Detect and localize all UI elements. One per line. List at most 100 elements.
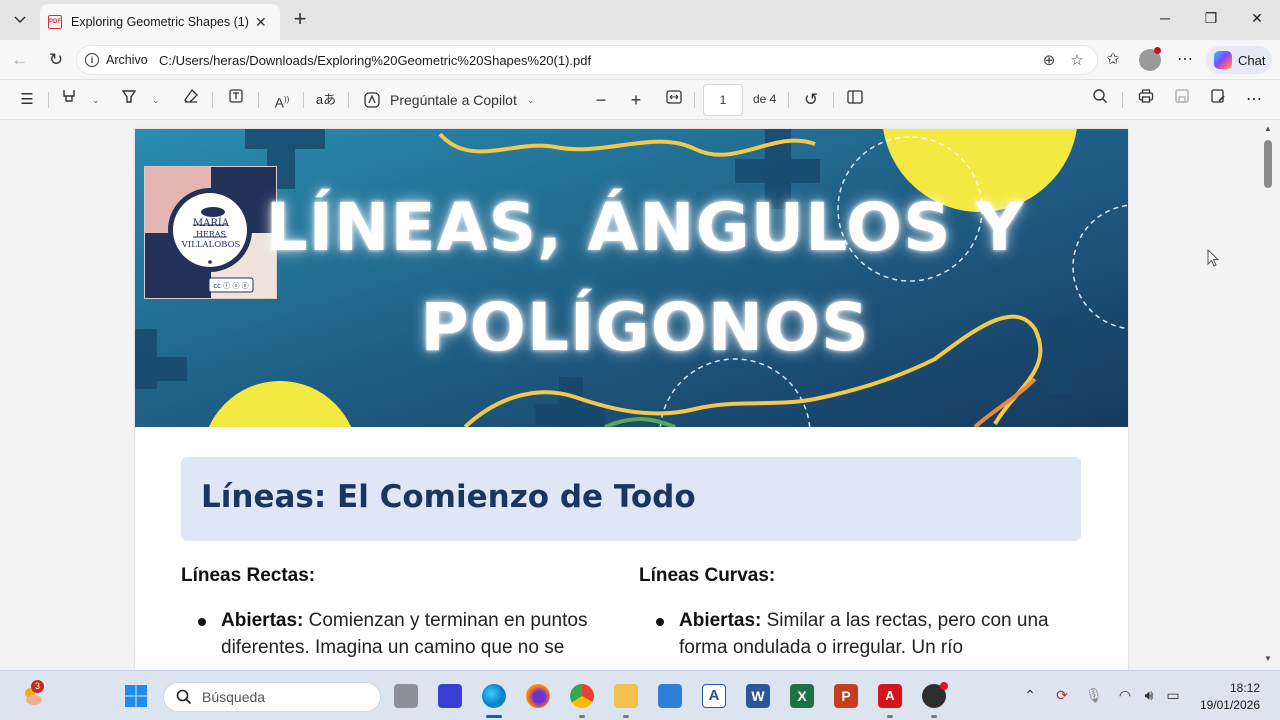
draw-icon[interactable] [118, 88, 140, 112]
pdf-icon: PDF [48, 15, 62, 29]
task-view-icon[interactable] [394, 684, 418, 708]
scroll-down-button[interactable]: ▼ [1262, 654, 1274, 666]
firefox-icon[interactable] [526, 684, 550, 708]
acrobat-icon[interactable]: A [878, 684, 902, 708]
contents-list-icon[interactable]: ☰ [16, 88, 38, 112]
tab-title: Exploring Geometric Shapes (1).pdf [71, 15, 249, 29]
chat-label: Chat [1238, 52, 1266, 68]
left-column-heading: Líneas Rectas: [181, 565, 316, 586]
more-tools-icon[interactable]: ⋯ [1243, 88, 1265, 112]
favorites-icon[interactable]: ✩ [1101, 48, 1125, 72]
chrome-icon[interactable] [570, 684, 594, 708]
zoom-in-button[interactable]: + [625, 88, 647, 112]
profile-notification-dot [1154, 47, 1161, 54]
tab-strip: PDF Exploring Geometric Shapes (1).pdf ✕… [0, 0, 1280, 40]
url-text[interactable]: C:/Users/heras/Downloads/Exploring%20Geo… [159, 53, 591, 68]
translate-icon[interactable]: aあ [314, 88, 338, 112]
copilot-icon [1214, 51, 1232, 69]
clock-time[interactable]: 18:12 [1196, 681, 1260, 695]
search-icon[interactable] [1089, 88, 1111, 112]
page-number-input[interactable]: 1 [703, 84, 743, 116]
copilot-chat-button[interactable]: Chat [1206, 46, 1272, 74]
browser-tab[interactable]: PDF Exploring Geometric Shapes (1).pdf ✕ [40, 4, 280, 40]
text-box-icon[interactable] [225, 88, 247, 112]
file-explorer-icon[interactable] [614, 684, 638, 708]
eraser-shape-icon [184, 88, 198, 103]
refresh-button[interactable]: ↻ [44, 48, 68, 72]
left-bullet-text: Comienzan y terminan en puntos [303, 610, 588, 631]
edge-icon[interactable] [482, 684, 506, 708]
two-page-icon [847, 90, 863, 104]
disk-icon [1175, 89, 1189, 103]
separator [1122, 92, 1123, 108]
pdf-toolbar: ☰ ⌄ ⌄ A)) aあ Pregúntale a Copilot ⌄ − + … [0, 80, 1280, 120]
wordpad-icon[interactable]: A [702, 684, 726, 708]
close-tab-button[interactable]: ✕ [255, 14, 267, 31]
zoom-icon[interactable]: ⊕ [1039, 51, 1059, 71]
magnifier-icon [1093, 89, 1107, 103]
fit-to-width-icon[interactable] [663, 88, 685, 112]
back-button[interactable]: ← [8, 48, 32, 72]
running-app-indicator [887, 715, 893, 718]
microphone-icon[interactable]: 🎙︎ [1085, 687, 1103, 704]
rotate-icon[interactable]: ↺ [800, 88, 822, 112]
bullet-dot [198, 618, 206, 626]
page-total-label: de 4 [753, 92, 777, 106]
sync-icon[interactable]: ⟳ [1053, 687, 1071, 704]
scrollbar-thumb[interactable] [1264, 140, 1272, 188]
save-as-icon[interactable] [1207, 88, 1229, 112]
app-icon-visual-studio[interactable] [438, 684, 462, 708]
start-button[interactable] [124, 684, 148, 708]
highlight-options-caret[interactable]: ⌄ [92, 88, 100, 112]
draw-options-caret[interactable]: ⌄ [152, 88, 160, 112]
close-window-button[interactable]: ✕ [1247, 10, 1267, 30]
excel-icon[interactable]: X [790, 684, 814, 708]
more-options-icon[interactable]: ⋯ [1173, 48, 1197, 72]
active-app-indicator [486, 715, 502, 718]
new-tab-button[interactable]: + [288, 8, 312, 32]
chevron-down-icon [14, 16, 26, 24]
pen-icon [121, 90, 137, 103]
taskbar-search[interactable]: Búsqueda [163, 682, 381, 712]
section-title: Líneas: El Comienzo de Todo [201, 479, 696, 515]
copilot-outline-icon [364, 92, 380, 108]
wifi-icon[interactable]: ◠ [1116, 687, 1134, 704]
banner-background [135, 129, 1128, 427]
mail-icon[interactable] [658, 684, 682, 708]
ask-copilot-label: Pregúntale a Copilot [390, 92, 517, 108]
minimize-button[interactable]: ─ [1155, 10, 1175, 30]
left-bullet-term: Abiertas: [221, 610, 304, 631]
info-icon[interactable]: i [85, 53, 99, 67]
favorite-star-icon[interactable]: ☆ [1067, 51, 1087, 71]
scroll-up-button[interactable]: ▲ [1262, 124, 1274, 136]
chevron-up-icon[interactable]: ⌃ [1021, 687, 1039, 704]
print-icon[interactable] [1135, 88, 1157, 112]
read-aloud-icon[interactable]: A)) [270, 88, 294, 112]
separator [303, 92, 304, 108]
right-bullet-line-2: forma ondulada o irregular. Un río [679, 637, 964, 658]
left-bullet-line-2: diferentes. Imagina un camino que no se [221, 637, 565, 658]
clock-date[interactable]: 19/01/2026 [1196, 698, 1260, 712]
battery-icon[interactable]: ▭ [1164, 687, 1182, 704]
restore-button[interactable]: ❐ [1201, 10, 1221, 30]
address-bar[interactable]: i Archivo C:/Users/heras/Downloads/Explo… [76, 45, 1098, 75]
right-bullet-line-1: Abiertas: Similar a las rectas, pero con… [679, 610, 1049, 632]
word-icon[interactable]: W [746, 684, 770, 708]
recording-indicator [940, 682, 948, 690]
pdf-viewport[interactable]: cc ⓘ ⓢ ⓔ MARÍA HERAS VILLALOBOS LÍNEAS, … [0, 120, 1280, 670]
disk-pen-icon [1211, 89, 1225, 103]
section-header: Líneas: El Comienzo de Todo [181, 457, 1081, 541]
tab-actions-menu-button[interactable] [8, 8, 32, 32]
taskbar: Búsqueda A W X P A ⌃ ⟳ 🎙︎ ◠ 🔊︎ ▭ 18:12 1… [0, 670, 1280, 720]
volume-icon[interactable]: 🔊︎ [1140, 687, 1158, 704]
eraser-icon[interactable] [180, 88, 202, 112]
scheme-label: Archivo [106, 53, 148, 67]
left-bullet-line-1: Abiertas: Comienzan y terminan en puntos [221, 610, 587, 632]
ask-copilot-button[interactable]: Pregúntale a Copilot ⌄ [363, 88, 534, 112]
highlight-icon[interactable] [58, 88, 80, 112]
right-column-heading: Líneas Curvas: [639, 565, 776, 586]
page-view-icon[interactable] [844, 88, 866, 112]
powerpoint-icon[interactable]: P [834, 684, 858, 708]
zoom-out-button[interactable]: − [590, 88, 612, 112]
save-icon[interactable] [1171, 88, 1193, 112]
